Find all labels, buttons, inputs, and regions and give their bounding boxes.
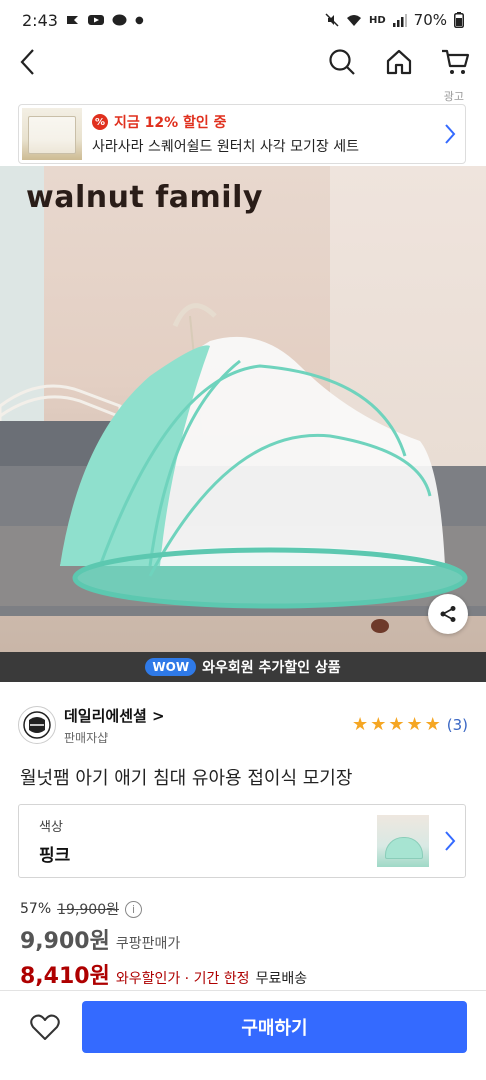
star-icon: ★ [352,714,369,735]
original-price: 19,900원 [57,902,119,918]
ad-thumbnail [22,108,82,160]
coupang-price: 9,900원 [20,929,110,954]
signal-icon [392,13,407,27]
rating[interactable]: ★ ★ ★ ★ ★ (3) [352,714,468,735]
chevron-right-icon [445,124,456,144]
wow-text: 와우회원 추가할인 상품 [202,660,341,676]
chat-icon [112,14,127,25]
search-icon [329,49,355,75]
home-button[interactable] [381,44,417,80]
brand-overlay-text: walnut family [26,180,263,215]
seller-name[interactable]: 데일리에센셜 [64,707,147,725]
star-icon: ★ [388,714,405,735]
wow-bar: WOW 와우회원 추가할인 상품 [0,652,486,682]
discount-badge-icon: % [92,114,108,130]
price-wow-row: 8,410원 와우할인가 · 기간 한정 무료배송 [20,958,307,990]
wow-price: 8,410원 [20,964,110,989]
price-coupang-row: 9,900원 쿠팡판매가 [20,923,180,955]
product-image[interactable]: walnut family [0,166,486,652]
mute-icon [325,13,339,27]
headboard [0,303,486,633]
notification-icon [66,16,78,24]
chevron-left-icon [20,49,34,75]
share-icon [440,606,456,622]
battery-percent: 70% [413,11,447,29]
option-value: 핑크 [39,846,71,866]
product-title: 월넛팸 아기 애기 침대 유아용 접이식 모기장 [20,768,353,789]
discount-percent: 57% [20,901,52,917]
network-label: HD [368,14,386,26]
home-icon [386,49,412,75]
coupang-price-label: 쿠팡판매가 [115,936,181,952]
wow-badge: WOW [145,658,197,676]
ad-label: 광고 [443,90,464,103]
battery-icon [454,12,464,28]
option-thumbnail [377,815,429,867]
review-count[interactable]: (3) [447,716,468,734]
heart-icon [30,1014,60,1040]
status-time: 2:43 [22,10,58,30]
option-label: 색상 [39,820,63,835]
seller-row[interactable]: 데일리에센셜 > 판매자샵 ★ ★ ★ ★ ★ (3) [18,700,468,750]
info-icon[interactable]: i [125,900,142,918]
seller-logo-icon [18,706,56,744]
search-button[interactable] [324,44,360,80]
bottom-divider [0,990,486,991]
back-button[interactable] [10,44,46,80]
chevron-right-icon [445,831,456,851]
free-shipping: 무료배송 [255,971,308,987]
buy-button[interactable]: 구매하기 [82,1001,467,1053]
ad-product-name: 사라사라 스퀘어쉴드 원터치 사각 모기장 세트 [92,139,359,155]
star-icon: ★ [406,714,423,735]
wifi-icon [346,14,361,26]
seller-sub: 판매자샵 [64,730,109,745]
wow-price-label: 와우할인가 · 기간 한정 [115,971,250,987]
dot-icon: ● [134,14,144,26]
youtube-icon [87,15,104,25]
cart-button[interactable] [437,44,473,80]
ad-discount-text: 지금 12% 할인 중 [114,115,227,131]
price-original-row: 57% 19,900원 i [20,899,142,919]
share-button[interactable] [428,594,468,634]
cart-icon [442,49,470,74]
ad-banner[interactable]: % 지금 12% 할인 중 사라사라 스퀘어쉴드 원터치 사각 모기장 세트 [18,104,466,164]
status-bar: 2:43 ● HD 70% [0,0,486,40]
option-selector[interactable]: 색상 핑크 [18,804,466,878]
wishlist-button[interactable] [20,1004,70,1050]
star-icon: ★ [370,714,387,735]
star-icon: ★ [424,714,441,735]
seller-chevron: > [152,706,165,725]
top-nav [0,40,486,84]
